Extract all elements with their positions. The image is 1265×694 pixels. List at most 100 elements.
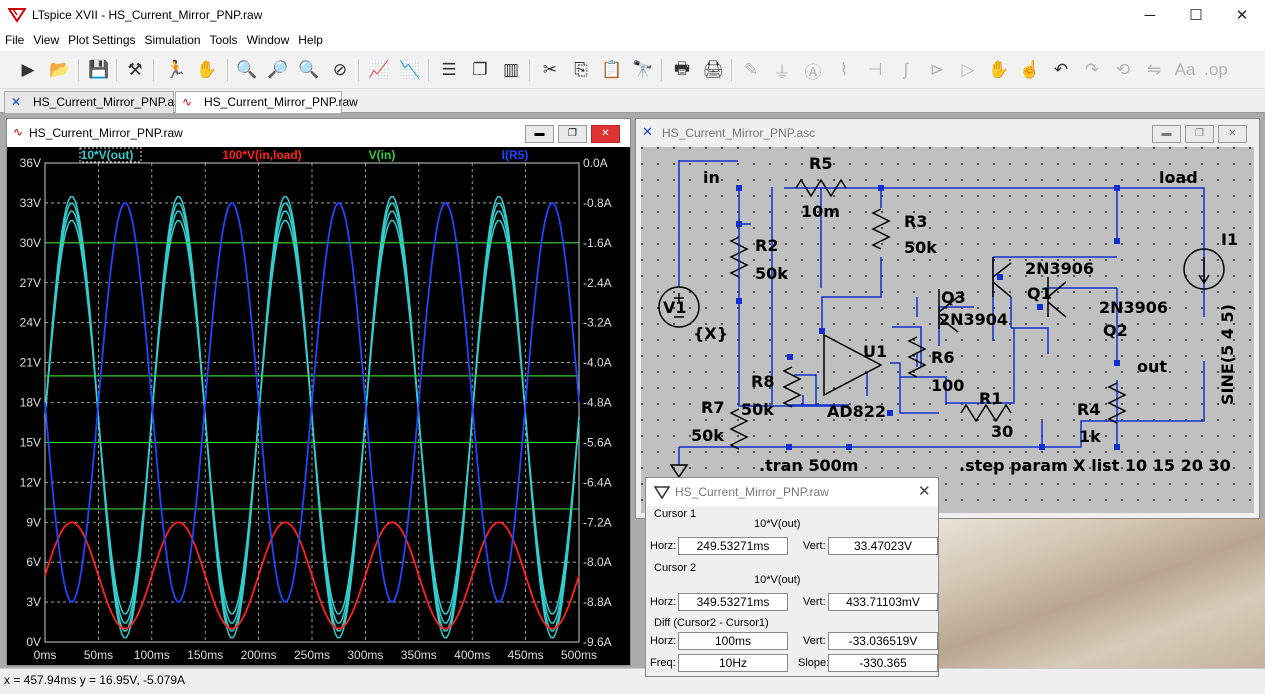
- directive-step[interactable]: .step param X list 10 15 20 30: [959, 456, 1231, 475]
- label-r7: R7: [701, 398, 724, 417]
- copy-icon[interactable]: ⎘: [568, 57, 594, 83]
- close-button[interactable]: ✕: [591, 125, 620, 143]
- run-icon[interactable]: ▶: [15, 57, 41, 83]
- menu-plot-settings[interactable]: Plot Settings: [63, 31, 139, 47]
- separator: [428, 59, 429, 81]
- menu-tools[interactable]: Tools: [205, 31, 242, 47]
- spectrum-icon[interactable]: 📉: [397, 57, 423, 83]
- undo-icon[interactable]: ↶: [1048, 57, 1074, 83]
- separator: [358, 59, 359, 81]
- value-i1: SINE(5 4 5): [1218, 304, 1237, 405]
- label-i1: I1: [1221, 230, 1238, 249]
- print-setup-icon[interactable]: 🖶: [669, 57, 695, 83]
- diode-icon[interactable]: ⊳: [924, 57, 950, 83]
- print-icon[interactable]: 🖨: [700, 57, 726, 83]
- status-bar: x = 457.94ms y = 16.95V, -5.079A: [0, 668, 1265, 694]
- x-tick-label: 0ms: [34, 648, 57, 662]
- redo-icon[interactable]: ↷: [1079, 57, 1105, 83]
- text-icon[interactable]: Aa: [1172, 57, 1198, 83]
- inductor-icon[interactable]: ∫: [893, 57, 919, 83]
- menu-file[interactable]: File: [0, 31, 28, 47]
- menu-view[interactable]: View: [28, 31, 63, 47]
- diff-freq-field[interactable]: 10Hz: [678, 654, 788, 672]
- ltspice-logo-icon: [654, 486, 670, 499]
- capacitor-icon[interactable]: ⊣: [862, 57, 888, 83]
- cursor1-horz-field[interactable]: 249.53271ms: [678, 537, 788, 555]
- y-left-tick-label: 21V: [20, 356, 41, 370]
- move-icon[interactable]: ✋: [986, 57, 1012, 83]
- y-left-tick-label: 30V: [20, 236, 41, 250]
- legend-2[interactable]: V(in): [369, 148, 396, 162]
- paste-icon[interactable]: 📋: [599, 57, 625, 83]
- restore-button[interactable]: ❐: [558, 125, 587, 143]
- close-button[interactable]: ✕: [1218, 125, 1247, 143]
- cut-icon[interactable]: ✂: [537, 57, 563, 83]
- cursor1-vert-field[interactable]: 33.47023V: [828, 537, 938, 555]
- minimize-button[interactable]: ▬: [1152, 125, 1181, 143]
- spice-directive-icon[interactable]: .op: [1203, 57, 1229, 83]
- diff-horz-field[interactable]: 100ms: [678, 632, 788, 650]
- value-r7: 50k: [691, 426, 724, 445]
- zoom-out-icon[interactable]: 🔍: [296, 57, 322, 83]
- drag-icon[interactable]: ☝: [1017, 57, 1043, 83]
- legend-3[interactable]: I(R5): [502, 148, 529, 162]
- tile-horizontal-icon[interactable]: ☰: [436, 57, 462, 83]
- minimize-button[interactable]: ─: [1127, 0, 1173, 31]
- find-icon[interactable]: 🔭: [630, 57, 656, 83]
- hand-icon[interactable]: ✋: [194, 57, 220, 83]
- ground-icon[interactable]: ⏚: [769, 57, 795, 83]
- minimize-button[interactable]: ▬: [525, 125, 554, 143]
- x-tick-label: 300ms: [347, 648, 383, 662]
- plot-background: [7, 147, 630, 665]
- restore-button[interactable]: ❐: [1185, 125, 1214, 143]
- directive-tran[interactable]: .tran 500m: [759, 456, 858, 475]
- waveform-plot[interactable]: 0ms 50ms 100ms 150ms 200ms 250ms 300ms 350ms 400…: [7, 147, 630, 665]
- zoom-area-icon[interactable]: 🔎: [265, 57, 291, 83]
- diff-vert-field[interactable]: -33.036519V: [828, 632, 938, 650]
- waveform-window-title: HS_Current_Mirror_PNP.raw: [29, 126, 183, 140]
- value-r8: 50k: [741, 400, 774, 419]
- y-left-tick-label: 33V: [20, 196, 41, 210]
- label-q3: Q3: [941, 288, 966, 307]
- legend-1[interactable]: 100*V(in,load): [222, 148, 301, 162]
- diff-freq-label: Freq:: [650, 657, 676, 669]
- cursor2-vert-field[interactable]: 433.71103mV: [828, 593, 938, 611]
- close-icon[interactable]: ✕: [918, 482, 931, 500]
- title-bar: LTspice XVII - HS_Current_Mirror_PNP.raw…: [0, 0, 1265, 31]
- autorange-icon[interactable]: 📈: [366, 57, 392, 83]
- menu-simulation[interactable]: Simulation: [140, 31, 205, 47]
- waveform-window: ∿ HS_Current_Mirror_PNP.raw ▬ ❐ ✕ 0ms 50m…: [6, 118, 631, 666]
- schematic-canvas[interactable]: in load out R5 10m R3 50k R2 50k V1 {X} …: [641, 147, 1254, 513]
- zoom-cancel-icon[interactable]: ⊘: [327, 57, 353, 83]
- zoom-in-icon[interactable]: 🔍: [234, 57, 260, 83]
- label-icon[interactable]: Ⓐ: [800, 57, 826, 83]
- tile-vertical-icon[interactable]: ▥: [498, 57, 524, 83]
- y-right-tick-label: -3.2A: [583, 316, 612, 330]
- close-button[interactable]: ✕: [1219, 0, 1265, 31]
- resistor-icon[interactable]: ⌇: [831, 57, 857, 83]
- menu-help[interactable]: Help: [293, 31, 327, 47]
- tab-waveform[interactable]: ∿ HS_Current_Mirror_PNP.raw: [175, 91, 358, 113]
- rotate-icon[interactable]: ⟲: [1110, 57, 1136, 83]
- cursor2-horz-field[interactable]: 349.53271ms: [678, 593, 788, 611]
- menu-window[interactable]: Window: [242, 31, 294, 47]
- toolbar: ▶ 📂 💾 ⚒ 🏃 ✋ 🔍 🔎 🔍 ⊘ 📈 📉 ☰ ❐ ▥ ✂ ⎘ 📋 🔭 🖶 …: [0, 51, 1265, 89]
- open-folder-icon[interactable]: 📂: [47, 57, 73, 83]
- tab-schematic[interactable]: ✕ HS_Current_Mirror_PNP.asc: [4, 91, 186, 113]
- value-r1: 30: [991, 422, 1013, 441]
- value-q3: 2N3904: [939, 310, 1008, 329]
- y-left-tick-label: 0V: [26, 635, 41, 649]
- mirror-icon[interactable]: ⇋: [1141, 57, 1167, 83]
- runner-icon[interactable]: 🏃: [163, 57, 189, 83]
- y-left-tick-label: 24V: [20, 316, 41, 330]
- save-icon[interactable]: 💾: [86, 57, 112, 83]
- diff-slope-field[interactable]: -330.365: [828, 654, 938, 672]
- maximize-button[interactable]: ☐: [1173, 0, 1219, 31]
- component-icon[interactable]: ▷: [955, 57, 981, 83]
- wire-icon[interactable]: ✎: [738, 57, 764, 83]
- cascade-icon[interactable]: ❐: [467, 57, 493, 83]
- cursor1-vert-label: Vert:: [803, 540, 826, 552]
- separator: [731, 59, 732, 81]
- hammer-icon[interactable]: ⚒: [122, 57, 148, 83]
- legend-0[interactable]: 10*V(out): [81, 148, 134, 162]
